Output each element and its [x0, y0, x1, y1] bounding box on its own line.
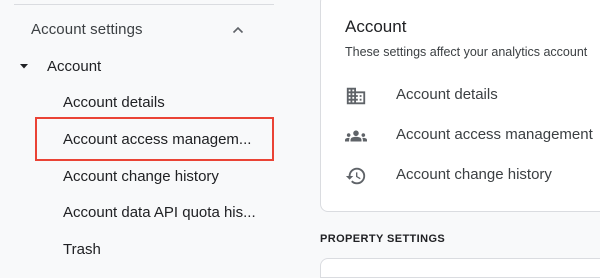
sidebar-group-label: Account [47, 58, 102, 75]
building-icon [346, 87, 366, 105]
people-icon [345, 130, 367, 142]
sidebar-item-account-access-management[interactable]: Account access managem... [63, 127, 268, 153]
sidebar: Account settings Account Account details… [0, 0, 276, 265]
card-row-account-access-management[interactable]: Account access management [345, 121, 600, 149]
sidebar-divider [14, 4, 274, 5]
account-settings-card: Account These settings affect your analy… [320, 0, 600, 212]
card-title: Account [345, 17, 407, 36]
sidebar-item-trash[interactable]: Trash [63, 237, 268, 263]
card-row-label: Account details [396, 86, 498, 103]
card-row-account-details[interactable]: Account details [345, 81, 600, 109]
card-row-label: Account access management [396, 126, 593, 143]
card-subtitle: These settings affect your analytics acc… [345, 45, 588, 59]
sidebar-item-account-data-api-quota-history[interactable]: Account data API quota his... [63, 200, 268, 226]
section-title: Account settings [31, 21, 143, 38]
sidebar-item-account-change-history[interactable]: Account change history [63, 164, 268, 190]
sidebar-item-account-details[interactable]: Account details [63, 90, 268, 116]
card-row-label: Account change history [396, 166, 552, 183]
caret-down-icon [20, 64, 28, 69]
property-settings-card [320, 258, 600, 278]
chevron-up-icon[interactable] [230, 22, 246, 38]
account-settings-section-header[interactable]: Account settings [14, 14, 260, 46]
history-icon [345, 167, 366, 185]
sidebar-group-account[interactable]: Account [14, 54, 260, 80]
card-row-account-change-history[interactable]: Account change history [345, 161, 600, 189]
property-settings-header: PROPERTY SETTINGS [320, 233, 446, 245]
